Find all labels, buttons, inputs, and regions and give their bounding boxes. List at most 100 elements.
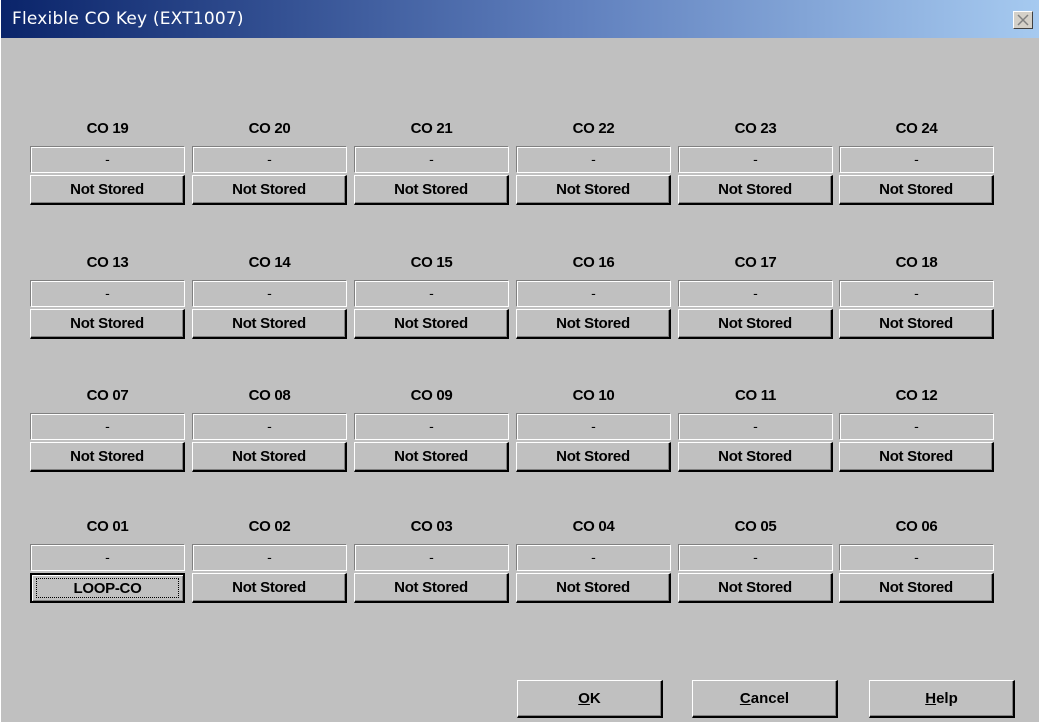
co-key-button-label: Not Stored: [70, 315, 144, 332]
co-label: CO 15: [410, 254, 453, 271]
co-value-field: -: [192, 544, 347, 571]
co-value-field: -: [30, 544, 185, 571]
co-key-button[interactable]: Not Stored: [678, 309, 833, 339]
co-key-button[interactable]: Not Stored: [516, 573, 671, 603]
co-value-field: -: [516, 146, 671, 173]
co-key-button[interactable]: Not Stored: [354, 442, 509, 472]
co-key-button-label: Not Stored: [718, 181, 792, 198]
co-label: CO 04: [572, 518, 615, 535]
co-label: CO 14: [248, 254, 291, 271]
co-value-field: -: [678, 413, 833, 440]
dialog-window: Flexible CO Key (EXT1007) CO 19 - Not Stor…: [0, 0, 1039, 722]
co-label: CO 17: [734, 254, 777, 271]
co-value-field: -: [839, 146, 994, 173]
co-value-field: -: [30, 413, 185, 440]
co-value-field: -: [354, 146, 509, 173]
co-key-button-label: Not Stored: [232, 448, 306, 465]
co-key-button-label: Not Stored: [879, 315, 953, 332]
co-key-button[interactable]: Not Stored: [516, 175, 671, 205]
co-key-button[interactable]: Not Stored: [516, 442, 671, 472]
help-label: elp: [936, 690, 958, 707]
close-button[interactable]: [1013, 11, 1033, 29]
co-key-button[interactable]: Not Stored: [839, 573, 994, 603]
co-key-button[interactable]: Not Stored: [839, 175, 994, 205]
co-key-button[interactable]: Not Stored: [354, 573, 509, 603]
co-label: CO 13: [86, 254, 129, 271]
co-key-button-label: Not Stored: [556, 448, 630, 465]
co-value-field: -: [192, 146, 347, 173]
close-icon: [1017, 14, 1029, 26]
co-key-button-label: Not Stored: [394, 579, 468, 596]
co-key-button[interactable]: Not Stored: [678, 573, 833, 603]
co-key-button[interactable]: Not Stored: [30, 175, 185, 205]
ok-mnemonic: O: [578, 690, 590, 707]
co-key-button[interactable]: Not Stored: [354, 175, 509, 205]
co-key-button[interactable]: Not Stored: [30, 442, 185, 472]
co-value-field: -: [839, 280, 994, 307]
help-mnemonic: H: [925, 690, 937, 707]
co-label: CO 11: [734, 387, 777, 404]
co-key-button[interactable]: Not Stored: [192, 442, 347, 472]
co-key-button[interactable]: Not Stored: [516, 309, 671, 339]
co-value-field: -: [839, 544, 994, 571]
co-label: CO 05: [734, 518, 777, 535]
focus-rect: [36, 578, 179, 598]
co-value-field: -: [678, 280, 833, 307]
co-key-button-label: Not Stored: [718, 315, 792, 332]
co-key-button[interactable]: Not Stored: [192, 573, 347, 603]
co-label: CO 06: [895, 518, 938, 535]
co-key-button-label: Not Stored: [70, 181, 144, 198]
co-value-field: -: [192, 280, 347, 307]
co-value-field: -: [678, 544, 833, 571]
ok-button[interactable]: OK: [517, 680, 663, 718]
co-key-button[interactable]: Not Stored: [354, 309, 509, 339]
co-key-button-label: Not Stored: [232, 181, 306, 198]
co-key-button[interactable]: LOOP-CO: [30, 573, 185, 603]
co-value-field: -: [192, 413, 347, 440]
co-value-field: -: [839, 413, 994, 440]
co-key-button[interactable]: Not Stored: [839, 309, 994, 339]
title-bar: Flexible CO Key (EXT1007): [1, 0, 1039, 38]
co-key-button[interactable]: Not Stored: [678, 442, 833, 472]
co-value-field: -: [678, 146, 833, 173]
co-label: CO 16: [572, 254, 615, 271]
co-key-button-label: Not Stored: [70, 448, 144, 465]
co-key-button-label: Not Stored: [879, 448, 953, 465]
co-value-field: -: [354, 544, 509, 571]
co-label: CO 03: [410, 518, 453, 535]
co-key-button-label: Not Stored: [879, 579, 953, 596]
co-key-button-label: Not Stored: [879, 181, 953, 198]
co-label: CO 18: [895, 254, 938, 271]
co-label: CO 07: [86, 387, 129, 404]
co-key-button-label: Not Stored: [394, 448, 468, 465]
co-label: CO 22: [572, 120, 615, 137]
co-value-field: -: [30, 146, 185, 173]
co-key-button[interactable]: Not Stored: [192, 175, 347, 205]
co-label: CO 19: [86, 120, 129, 137]
co-key-button[interactable]: Not Stored: [30, 309, 185, 339]
co-label: CO 01: [86, 518, 129, 535]
co-value-field: -: [354, 413, 509, 440]
cancel-label: ancel: [750, 690, 790, 707]
co-key-button-label: Not Stored: [232, 315, 306, 332]
co-label: CO 02: [248, 518, 291, 535]
co-key-button-label: Not Stored: [556, 315, 630, 332]
co-value-field: -: [516, 280, 671, 307]
co-key-button-label: Not Stored: [232, 579, 306, 596]
co-key-button[interactable]: Not Stored: [192, 309, 347, 339]
window-title: Flexible CO Key (EXT1007): [12, 9, 244, 29]
co-key-button-label: Not Stored: [556, 181, 630, 198]
co-key-button-label: Not Stored: [718, 448, 792, 465]
help-button[interactable]: Help: [869, 680, 1015, 718]
co-label: CO 10: [572, 387, 615, 404]
co-key-button[interactable]: Not Stored: [678, 175, 833, 205]
co-label: CO 09: [410, 387, 453, 404]
co-value-field: -: [30, 280, 185, 307]
cancel-mnemonic: C: [739, 690, 751, 707]
ok-label: K: [589, 690, 601, 707]
cancel-button[interactable]: Cancel: [692, 680, 838, 718]
co-value-field: -: [516, 413, 671, 440]
co-key-button-label: Not Stored: [718, 579, 792, 596]
co-value-field: -: [354, 280, 509, 307]
co-key-button[interactable]: Not Stored: [839, 442, 994, 472]
